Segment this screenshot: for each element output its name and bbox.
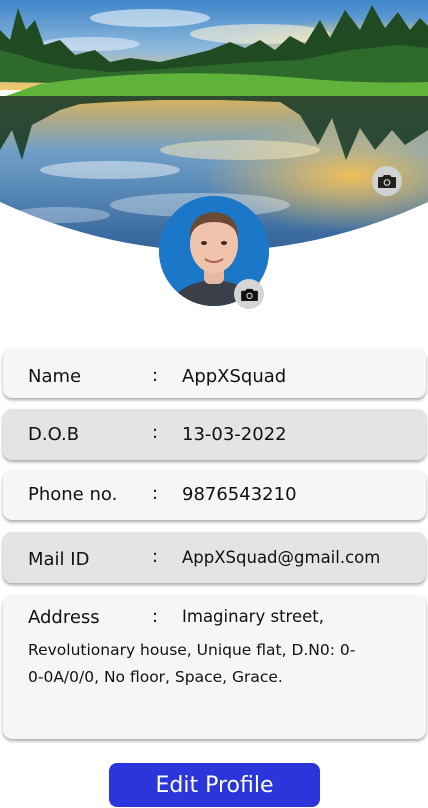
dob-card: D.O.B : 13-03-2022 (3, 409, 426, 460)
separator: : (152, 546, 159, 567)
phone-card: Phone no. : 9876543210 (3, 470, 426, 520)
dob-label: D.O.B (28, 424, 80, 445)
separator: : (152, 483, 159, 504)
address-card: Address : Imaginary street, Revolutionar… (3, 595, 426, 739)
change-avatar-button[interactable] (234, 279, 264, 309)
address-value: Revolutionary house, Unique flat, D.N0: … (28, 641, 356, 686)
mail-label: Mail ID (28, 549, 90, 570)
address-first-line: Imaginary street, (182, 607, 324, 626)
name-label: Name (28, 366, 82, 387)
dob-value: 13-03-2022 (182, 424, 287, 445)
mail-card: Mail ID : AppXSquad@gmail.com (3, 532, 426, 583)
change-cover-button[interactable] (372, 166, 402, 196)
camera-icon (378, 175, 396, 188)
phone-value: 9876543210 (182, 484, 297, 505)
camera-icon (240, 288, 258, 301)
separator: : (152, 365, 159, 386)
edit-profile-button[interactable]: Edit Profile (109, 763, 320, 807)
separator: : (152, 606, 159, 627)
name-value: AppXSquad (182, 366, 287, 387)
separator: : (152, 422, 159, 443)
name-card: Name : AppXSquad (3, 349, 426, 398)
address-label: Address (28, 607, 100, 628)
phone-label: Phone no. (28, 484, 118, 505)
mail-value: AppXSquad@gmail.com (182, 548, 381, 567)
